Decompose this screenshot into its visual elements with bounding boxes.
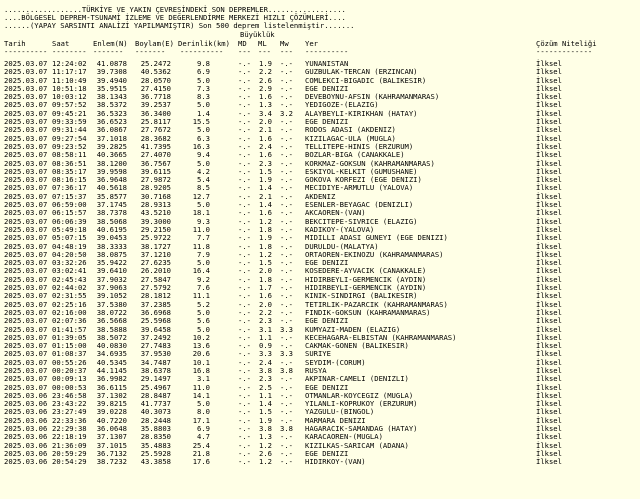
separator-ml: --- — [258, 47, 271, 56]
earthquake-listing: ..................TÜRKİYE VE YAKIN ÇEVRE… — [0, 0, 640, 499]
separator-md: --- — [238, 47, 251, 56]
cell-time: 20:54:29 — [52, 457, 87, 467]
separator-location: ---------- — [305, 47, 349, 56]
magnitude-group-label: Büyüklük — [240, 30, 275, 39]
cell-longitude: 43.3858 — [140, 457, 171, 467]
separator-longitude: ------- — [135, 47, 166, 56]
separator-depth: ---------- — [180, 47, 224, 56]
separator-solution: ------------- — [536, 47, 593, 56]
table-row: 2025.03.06 20:54:29 38.7232 43.3858 17.6 -.- 1… — [0, 457, 640, 467]
cell-md: -.- — [238, 457, 251, 467]
cell-depth: 17.6 — [192, 457, 210, 467]
separator-mw: --- — [280, 47, 293, 56]
cell-solution: İlksel — [536, 457, 562, 467]
cell-date: 2025.03.06 — [4, 457, 48, 467]
header-line-3: ......(YAPAY SARSINTI ANALİZİ YAPILMAMIŞ… — [4, 21, 355, 30]
cell-location: HIDIRKOY-(VAN) — [305, 457, 366, 467]
separator-time: -------- — [52, 47, 87, 56]
separator-date: ---------- — [4, 47, 48, 56]
separator-latitude: ------- — [93, 47, 124, 56]
cell-ml: 1.2 — [259, 457, 272, 467]
cell-mw: -.- — [280, 457, 293, 467]
cell-latitude: 38.7232 — [96, 457, 127, 467]
earthquake-table: 2025.03.07 12:24:02 41.0878 25.2472 9.8 -.- 1.… — [0, 59, 640, 467]
